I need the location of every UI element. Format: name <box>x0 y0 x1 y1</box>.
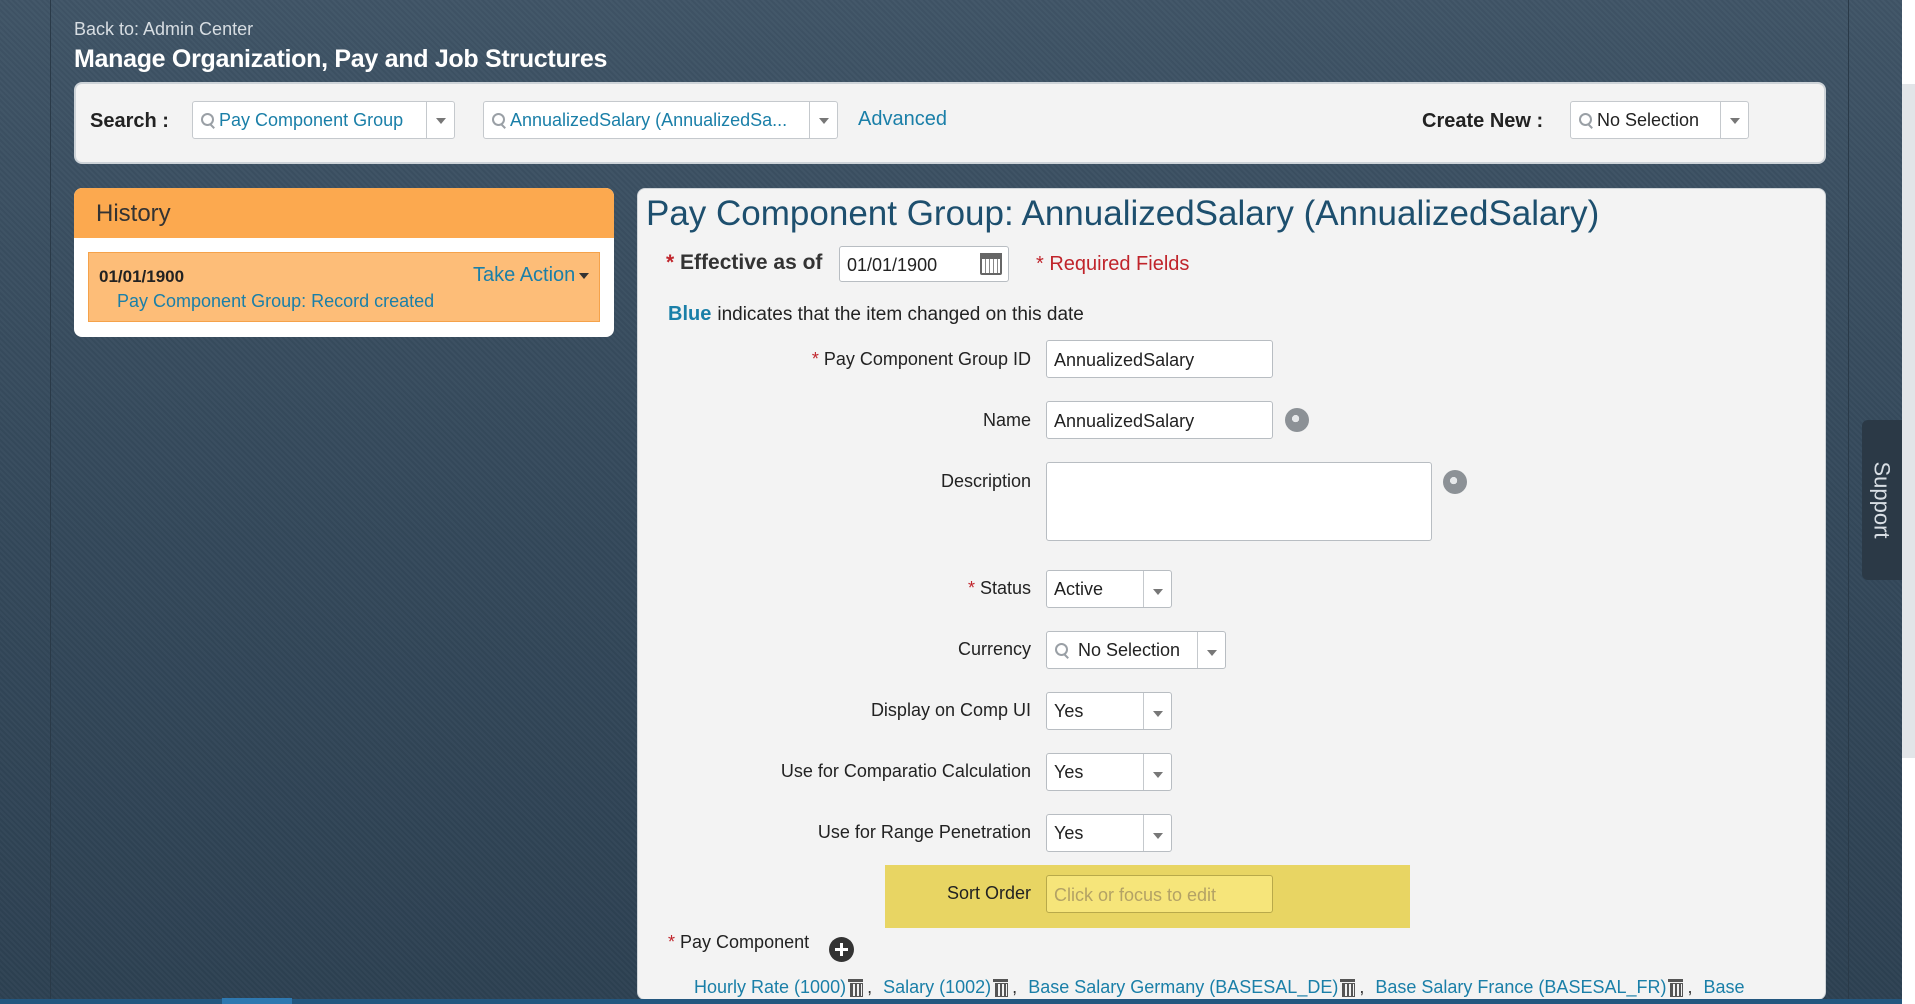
blue-legend: Blue indicates that the item changed on t… <box>668 303 1084 326</box>
separator: , <box>1687 977 1693 997</box>
history-panel: History 01/01/1900 Take Action Pay Compo… <box>74 188 614 337</box>
blue-legend-text: indicates that the item changed on this … <box>717 304 1084 325</box>
create-new-value: No Selection <box>1597 109 1700 130</box>
chevron-down-icon[interactable] <box>1143 571 1171 607</box>
create-new-label: Create New : <box>1422 110 1544 132</box>
status-label: * Status <box>968 578 1031 599</box>
currency-select[interactable]: No Selection <box>1046 631 1226 669</box>
back-to-admin-center-link[interactable]: Back to: Admin Center <box>74 19 253 40</box>
required-fields-note: * Required Fields <box>1036 253 1190 275</box>
detail-title: Pay Component Group: AnnualizedSalary (A… <box>646 194 1600 233</box>
globe-translate-icon[interactable] <box>1285 408 1309 432</box>
page-edge-left <box>50 0 51 1000</box>
search-item-combo[interactable]: AnnualizedSalary (AnnualizedSa... <box>483 101 838 139</box>
search-icon <box>1579 113 1593 127</box>
required-star: * <box>811 349 819 369</box>
search-icon <box>1055 643 1069 657</box>
search-item-value: AnnualizedSalary (AnnualizedSa... <box>510 109 788 130</box>
chevron-down-icon[interactable] <box>426 102 454 138</box>
separator: , <box>867 977 873 997</box>
group-id-field[interactable]: AnnualizedSalary <box>1046 340 1273 378</box>
take-action-label: Take Action <box>473 264 576 286</box>
search-type-value: Pay Component Group <box>219 109 404 130</box>
search-label: Search : <box>90 110 169 132</box>
blue-legend-word: Blue <box>668 303 712 325</box>
display-comp-value: Yes <box>1054 700 1084 721</box>
effective-as-of-text: Effective as of <box>680 251 823 274</box>
pay-component-link[interactable]: Salary (1002) <box>883 977 991 997</box>
history-entry-record-link[interactable]: Pay Component Group: Record created <box>117 291 434 312</box>
pay-component-label-text: Pay Component <box>680 932 810 952</box>
pay-component-label: * Pay Component <box>668 932 809 953</box>
range-penetration-label: Use for Range Penetration <box>817 822 1031 842</box>
history-title: History <box>74 188 614 238</box>
trash-icon[interactable] <box>848 978 864 997</box>
pay-component-list: Hourly Rate (1000), Salary (1002), Base … <box>694 977 1822 1001</box>
comparatio-select[interactable]: Yes <box>1046 753 1172 791</box>
required-star: * <box>967 578 975 598</box>
separator: , <box>1012 977 1018 997</box>
currency-label: Currency <box>957 639 1031 659</box>
trash-icon[interactable] <box>1668 978 1684 997</box>
sort-order-field[interactable]: Click or focus to edit <box>1046 875 1273 913</box>
description-label: Description <box>940 471 1031 491</box>
page-title: Manage Organization, Pay and Job Structu… <box>74 45 608 73</box>
name-field[interactable]: AnnualizedSalary <box>1046 401 1273 439</box>
caret-down-icon <box>579 272 590 279</box>
display-comp-label: Display on Comp UI <box>870 700 1031 720</box>
globe-translate-icon[interactable] <box>1443 470 1467 494</box>
support-tab[interactable]: Support <box>1862 420 1902 580</box>
advanced-search-link[interactable]: Advanced <box>858 108 947 131</box>
take-action-menu[interactable]: Take Action <box>473 264 590 287</box>
search-icon <box>201 113 215 127</box>
bottom-bar-accent <box>222 998 292 1004</box>
pay-component-link[interactable]: Base Salary Germany (BASESAL_DE) <box>1028 977 1338 997</box>
chevron-down-icon[interactable] <box>809 102 837 138</box>
display-comp-select[interactable]: Yes <box>1046 692 1172 730</box>
group-id-label-text: Pay Component Group ID <box>823 349 1031 369</box>
create-new-combo[interactable]: No Selection <box>1570 101 1749 139</box>
effective-date-value: 01/01/1900 <box>847 255 938 275</box>
effective-as-of-label: * Effective as of <box>666 251 822 275</box>
separator: , <box>1359 977 1365 997</box>
status-select[interactable]: Active <box>1046 570 1172 608</box>
sort-order-label: Sort Order <box>946 883 1031 903</box>
description-field[interactable] <box>1046 462 1432 541</box>
status-value: Active <box>1054 578 1104 599</box>
required-star: * <box>668 932 676 952</box>
required-star: * <box>666 251 675 274</box>
history-entry-date: 01/01/1900 <box>99 267 185 286</box>
status-label-text: Status <box>979 578 1031 598</box>
group-id-label: * Pay Component Group ID <box>812 349 1031 370</box>
pay-component-link[interactable]: Base Salary France (BASESAL_FR) <box>1375 977 1666 997</box>
search-type-combo[interactable]: Pay Component Group <box>192 101 455 139</box>
chevron-down-icon[interactable] <box>1720 102 1748 138</box>
pay-component-link[interactable]: Hourly Rate (1000) <box>694 977 846 997</box>
name-label: Name <box>982 410 1031 430</box>
chevron-down-icon[interactable] <box>1143 693 1171 729</box>
search-icon <box>492 113 506 127</box>
add-pay-component-button[interactable] <box>829 937 854 962</box>
comparatio-value: Yes <box>1054 761 1084 782</box>
history-entry[interactable]: 01/01/1900 Take Action Pay Component Gro… <box>88 252 600 322</box>
trash-icon[interactable] <box>1340 978 1356 997</box>
comparatio-label: Use for Comparatio Calculation <box>780 761 1031 781</box>
page-edge-right <box>1848 0 1849 1000</box>
range-penetration-select[interactable]: Yes <box>1046 814 1172 852</box>
calendar-icon[interactable] <box>980 253 1002 275</box>
range-penetration-value: Yes <box>1054 822 1084 843</box>
trash-icon[interactable] <box>993 978 1009 997</box>
pay-component-link[interactable]: Base <box>1704 977 1745 997</box>
chevron-down-icon[interactable] <box>1143 754 1171 790</box>
chevron-down-icon[interactable] <box>1197 632 1225 668</box>
chevron-down-icon[interactable] <box>1143 815 1171 851</box>
scrollbar-thumb[interactable] <box>1902 84 1915 758</box>
currency-value: No Selection <box>1078 639 1181 660</box>
effective-date-field[interactable]: 01/01/1900 <box>839 246 1009 282</box>
support-tab-label: Support <box>1870 461 1895 539</box>
